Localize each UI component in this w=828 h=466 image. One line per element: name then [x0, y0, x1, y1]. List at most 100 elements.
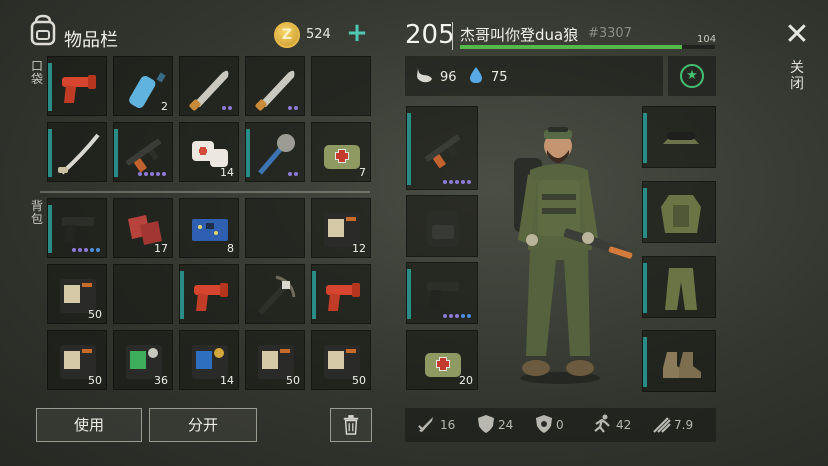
backpack-slot[interactable]: 36	[113, 330, 173, 390]
backpack-slot[interactable]: 50	[47, 330, 107, 390]
pocket-slot[interactable]	[113, 122, 173, 182]
stealth-icon	[653, 417, 671, 433]
rarity-dots	[138, 172, 166, 176]
durability-bar	[407, 113, 411, 185]
pocket-label: 口袋	[30, 59, 43, 86]
backpack-slot[interactable]: 50	[245, 330, 305, 390]
split-button[interactable]: 分开	[149, 408, 257, 442]
speed-value: 42	[616, 418, 632, 432]
backpack-slot[interactable]	[311, 264, 371, 324]
flare-gun-icon	[326, 283, 360, 311]
trash-icon	[343, 415, 359, 435]
backpack-slot[interactable]: 50	[311, 330, 371, 390]
delete-button[interactable]	[330, 408, 372, 442]
armor-slot[interactable]	[642, 256, 716, 318]
rarity-dots	[288, 106, 298, 110]
pocket-slot[interactable]	[245, 56, 305, 116]
camo-pants-icon	[665, 268, 697, 310]
pocket-slot[interactable]	[245, 122, 305, 182]
item-quantity: 14	[220, 166, 234, 179]
armor-slot[interactable]	[642, 330, 716, 392]
use-button[interactable]: 使用	[36, 408, 142, 442]
durability-bar	[312, 271, 316, 319]
xp-max: 104	[697, 34, 717, 45]
item-quantity: 8	[227, 242, 234, 255]
item-quantity: 12	[352, 242, 366, 255]
item-quantity: 50	[88, 374, 102, 387]
backpack-slot[interactable]: 8	[179, 198, 239, 258]
pocket-slot[interactable]	[311, 56, 371, 116]
item-quantity: 7	[359, 166, 366, 179]
player-level: 205	[405, 20, 455, 50]
crossbow-icon	[257, 275, 296, 316]
player-character	[514, 127, 633, 384]
backpack-slot[interactable]: 14	[179, 330, 239, 390]
food-value: 96	[440, 70, 457, 85]
durability-bar	[48, 129, 52, 177]
player-id: #3307	[588, 26, 632, 41]
armor-slot[interactable]	[642, 181, 716, 243]
flare-gun-icon	[62, 75, 96, 103]
attack-value: 16	[440, 418, 456, 432]
close-icon[interactable]: ✕	[784, 20, 810, 50]
assault-rifle-icon	[125, 138, 162, 173]
section-divider	[40, 191, 370, 193]
coin-count: 524	[306, 27, 331, 42]
water-value: 75	[491, 70, 508, 85]
pocket-slot[interactable]	[47, 56, 107, 116]
equipment-slot[interactable]	[406, 262, 478, 324]
backpack-icon	[30, 14, 56, 46]
item-quantity: 17	[154, 242, 168, 255]
radiation-icon	[536, 415, 552, 433]
add-coins-button[interactable]: +	[344, 20, 370, 46]
pocket-slot[interactable]	[179, 56, 239, 116]
pocket-slot[interactable]: 2	[113, 56, 173, 116]
shield-icon	[478, 415, 494, 433]
backpack-label: 背包	[30, 199, 43, 226]
backpack-slot[interactable]	[179, 264, 239, 324]
backpack-slot[interactable]: 17	[113, 198, 173, 258]
backpack-slot[interactable]	[47, 198, 107, 258]
pistol-icon	[62, 217, 94, 243]
camo-vest-icon	[661, 195, 701, 233]
rarity-dots	[443, 180, 471, 184]
durability-bar	[48, 63, 52, 111]
armor-slot[interactable]	[642, 106, 716, 168]
defense-value: 24	[498, 418, 514, 432]
durability-bar	[180, 271, 184, 319]
close-label[interactable]: 关闭	[789, 60, 805, 92]
item-quantity: 14	[220, 374, 234, 387]
pocket-slot[interactable]: 7	[311, 122, 371, 182]
item-quantity: 2	[161, 100, 168, 113]
durability-bar	[643, 113, 647, 163]
equipment-slot[interactable]	[406, 106, 478, 190]
name-separator	[452, 22, 453, 50]
backpack-slot[interactable]	[245, 264, 305, 324]
durability-bar	[643, 188, 647, 238]
item-quantity: 36	[154, 374, 168, 387]
durability-bar	[407, 269, 411, 319]
assault-rifle-icon	[424, 134, 461, 169]
pocket-slot[interactable]: 14	[179, 122, 239, 182]
boots-icon	[663, 352, 701, 378]
item-quantity: 50	[286, 374, 300, 387]
player-name: 杰哥叫你登dua狼	[460, 26, 579, 44]
xp-bar-fill	[460, 45, 682, 49]
machete-icon	[189, 70, 229, 111]
equipment-slot[interactable]	[406, 195, 478, 257]
item-quantity: 50	[352, 374, 366, 387]
backpack-slot[interactable]	[245, 198, 305, 258]
sword-icon	[418, 417, 433, 432]
pocket-slot[interactable]	[47, 122, 107, 182]
equipment-slot[interactable]: 20	[406, 330, 478, 390]
durability-bar	[643, 263, 647, 313]
flare-gun-icon	[194, 283, 228, 311]
durability-bar	[48, 205, 52, 253]
backpack-slot[interactable]: 50	[47, 264, 107, 324]
machete-icon	[255, 70, 295, 111]
backpack-slot[interactable]: 12	[311, 198, 371, 258]
coin-icon: Z	[274, 22, 300, 48]
star-icon[interactable]: ★	[680, 64, 704, 88]
backpack-slot[interactable]	[113, 264, 173, 324]
durability-bar	[643, 337, 647, 387]
